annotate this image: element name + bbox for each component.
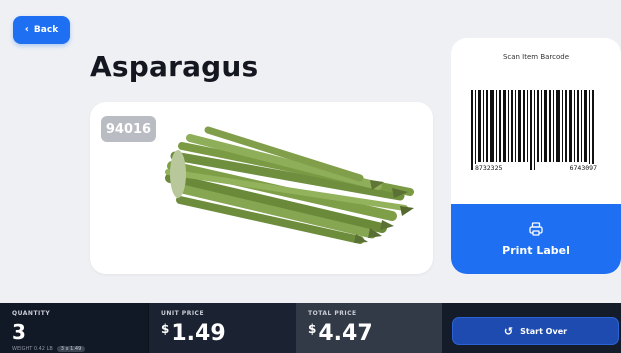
start-over-button[interactable]: ↺ Start Over (452, 317, 619, 345)
quantity-cell: QUANTITY 3 WEIGHT 0.42 LB 3 x 1.49 (0, 303, 148, 353)
unit-price-currency: $ (161, 322, 170, 336)
total-price-cell: TOTAL PRICE $ 4.47 (296, 303, 442, 353)
total-price-value: $ 4.47 (308, 321, 430, 346)
scan-item-label: Scan Item Barcode (502, 53, 570, 61)
restart-icon: ↺ (503, 324, 514, 338)
barcode-number-right: 6743097 (567, 164, 599, 174)
barcode-panel: Scan Item Barcode 8732325 6743097 Print … (451, 38, 621, 274)
quantity-label: QUANTITY (12, 310, 51, 317)
quantity-sub-text: WEIGHT 0.42 LB (12, 346, 53, 352)
total-price-label: TOTAL PRICE (308, 310, 357, 317)
total-price-currency: $ (308, 322, 317, 336)
quantity-sub: WEIGHT 0.42 LB 3 x 1.49 (12, 346, 86, 352)
unit-price-cell: UNIT PRICE $ 1.49 (148, 303, 296, 353)
back-button[interactable]: ‹ Back (13, 16, 70, 44)
unit-price-value: $ 1.49 (161, 321, 284, 346)
plu-badge: 94016 (101, 116, 156, 142)
quantity-chip: 3 x 1.49 (56, 346, 86, 352)
start-over-button-label: Start Over (520, 326, 568, 336)
asparagus-image (165, 126, 414, 244)
product-title: Asparagus (90, 50, 259, 83)
printer-icon (529, 221, 543, 236)
print-label-button[interactable]: Print Label (451, 204, 621, 274)
barcode-number-left: 8732325 (473, 164, 505, 174)
unit-price-amount: 1.49 (171, 321, 226, 346)
back-button-label: Back (33, 25, 59, 35)
product-image-card: 94016 (90, 102, 433, 274)
print-label-button-label: Print Label (502, 243, 570, 257)
total-price-amount: 4.47 (318, 321, 373, 346)
unit-price-label: UNIT PRICE (161, 310, 205, 317)
chevron-left-icon: ‹ (24, 24, 29, 35)
barcode-number: 8732325 6743097 (473, 164, 599, 174)
quantity-value: 3 (12, 320, 26, 344)
